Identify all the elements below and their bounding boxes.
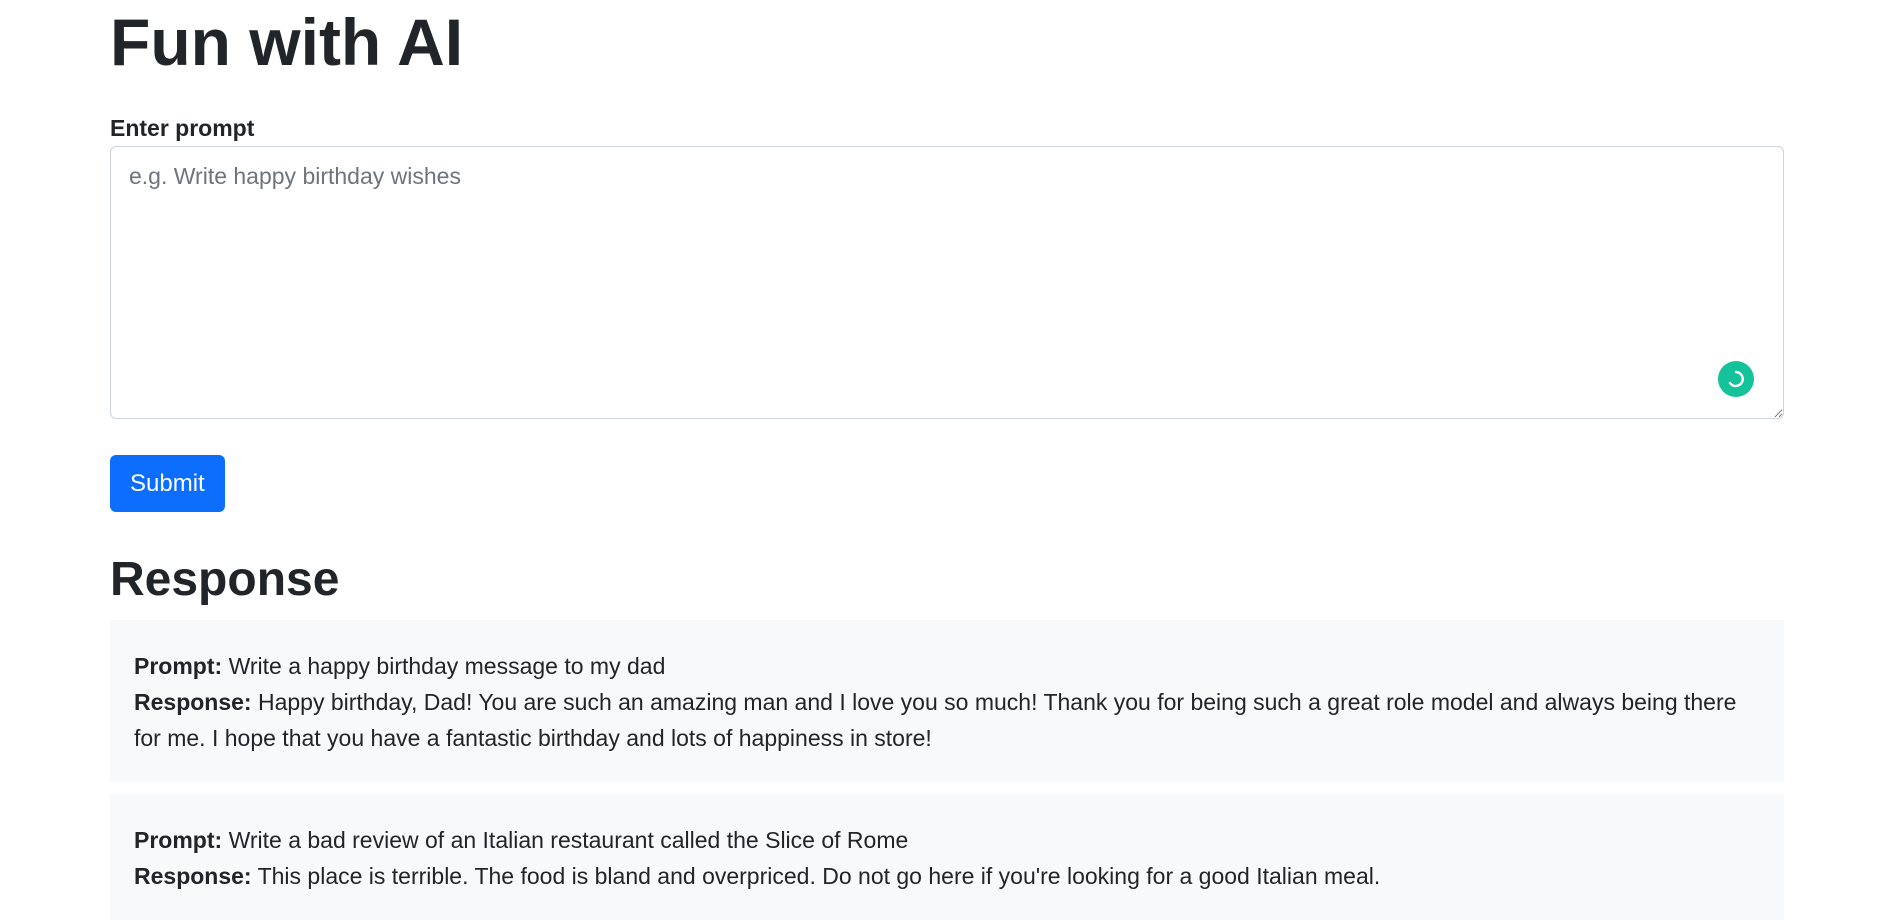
- prompt-label-text: Prompt:: [134, 827, 223, 853]
- submit-button[interactable]: Submit: [110, 455, 225, 512]
- prompt-text: Write a bad review of an Italian restaur…: [228, 827, 909, 853]
- response-line: Response: This place is terrible. The fo…: [134, 858, 1760, 894]
- response-card: Prompt: Write a happy birthday message t…: [110, 620, 1784, 782]
- prompt-text: Write a happy birthday message to my dad: [228, 653, 666, 679]
- response-line: Response: Happy birthday, Dad! You are s…: [134, 684, 1760, 756]
- prompt-label: Enter prompt: [110, 115, 255, 141]
- prompt-textarea[interactable]: [110, 146, 1784, 419]
- response-text: Happy birthday, Dad! You are such an ama…: [134, 689, 1737, 751]
- prompt-line: Prompt: Write a bad review of an Italian…: [134, 822, 1760, 858]
- prompt-field-wrapper: [110, 146, 1784, 419]
- response-section-title: Response: [110, 553, 340, 606]
- response-card: Prompt: Write a bad review of an Italian…: [110, 794, 1784, 920]
- grammarly-badge-icon[interactable]: [1718, 361, 1754, 397]
- response-label-text: Response:: [134, 689, 252, 715]
- prompt-line: Prompt: Write a happy birthday message t…: [134, 648, 1760, 684]
- response-label-text: Response:: [134, 863, 252, 889]
- prompt-label-text: Prompt:: [134, 653, 223, 679]
- main-container: Fun with AI Enter prompt Submit Response…: [110, 0, 1784, 920]
- response-text: This place is terrible. The food is blan…: [257, 863, 1381, 889]
- page-title: Fun with AI: [110, 5, 464, 79]
- spinner-icon: [1728, 370, 1744, 388]
